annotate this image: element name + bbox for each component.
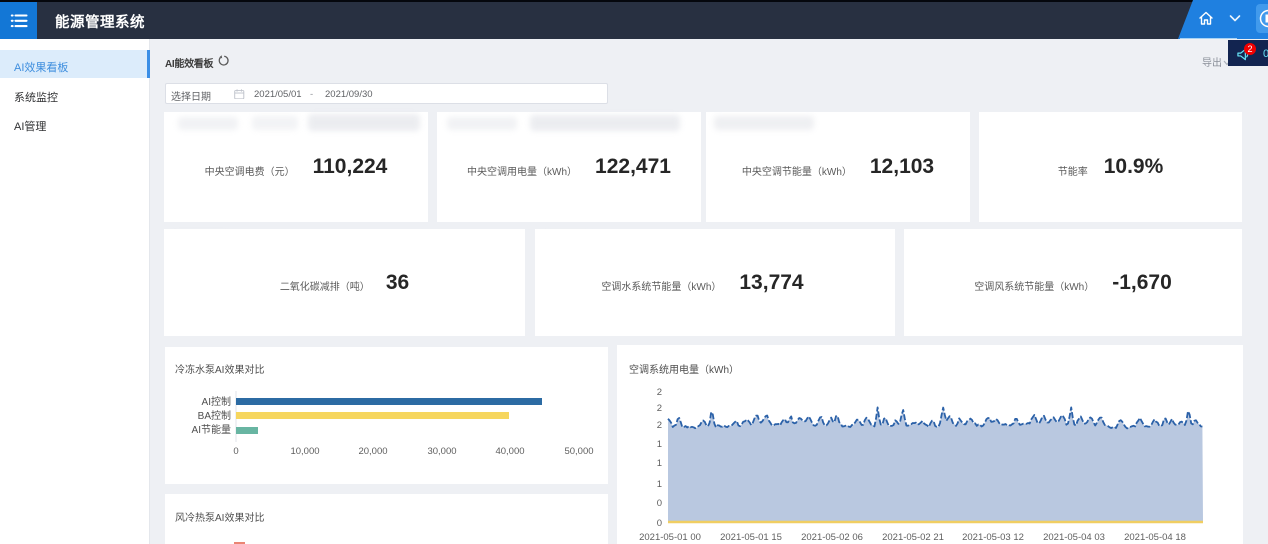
svg-text:2021-05-02 21: 2021-05-02 21	[882, 532, 944, 543]
svg-text:AI控制: AI控制	[202, 395, 231, 408]
svg-text:2: 2	[657, 387, 662, 398]
svg-text:1: 1	[657, 458, 662, 469]
svg-text:BA控制: BA控制	[198, 409, 231, 422]
svg-text:2021-05-03 12: 2021-05-03 12	[962, 532, 1024, 543]
svg-text:0: 0	[233, 446, 238, 457]
svg-text:50,000: 50,000	[564, 446, 593, 457]
svg-text:2021-05-04 18: 2021-05-04 18	[1124, 532, 1186, 543]
svg-text:2021-05-01 15: 2021-05-01 15	[720, 532, 782, 543]
svg-text:2: 2	[657, 420, 662, 431]
svg-text:2021-05-01 00: 2021-05-01 00	[639, 532, 701, 543]
svg-text:2021-05-02 06: 2021-05-02 06	[801, 532, 863, 543]
svg-text:30,000: 30,000	[427, 446, 456, 457]
svg-text:2021-05-04 03: 2021-05-04 03	[1043, 532, 1105, 543]
svg-text:10,000: 10,000	[290, 446, 319, 457]
svg-text:1: 1	[657, 479, 662, 490]
svg-text:2: 2	[657, 403, 662, 414]
svg-text:1: 1	[657, 439, 662, 450]
svg-text:20,000: 20,000	[358, 446, 387, 457]
svg-text:AI节能量: AI节能量	[192, 423, 231, 436]
svg-text:0: 0	[657, 518, 662, 529]
svg-text:0: 0	[657, 498, 662, 509]
svg-text:40,000: 40,000	[495, 446, 524, 457]
